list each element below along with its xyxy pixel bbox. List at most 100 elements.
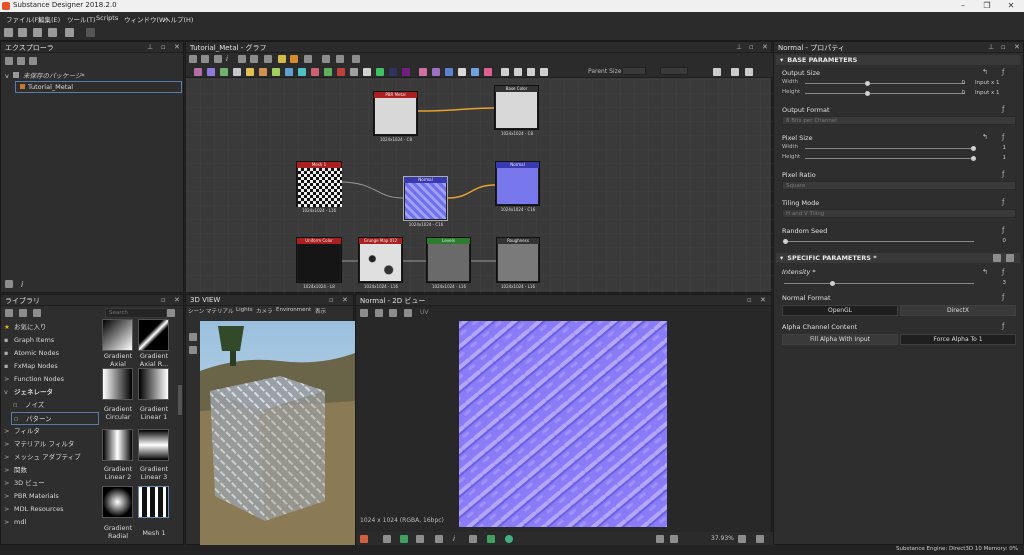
library-item[interactable]: ▪ Graph Items <box>1 334 99 347</box>
library-item[interactable]: v ジェネレータ <box>1 386 99 399</box>
collapse-arrow-icon[interactable]: v <box>5 72 9 80</box>
histogram-icon[interactable] <box>469 535 477 543</box>
library-item-pattern[interactable]: ▫ パターン <box>11 412 99 425</box>
library-item[interactable]: > Function Nodes <box>1 373 99 386</box>
library-item[interactable]: > マテリアル フィルタ <box>1 438 99 451</box>
rgb-icon[interactable] <box>400 535 408 543</box>
function-icon[interactable]: ƒ <box>1002 170 1004 178</box>
menu-display[interactable]: 表示 <box>315 307 326 315</box>
bitmap-icon[interactable] <box>471 68 479 76</box>
float-icon[interactable]: ▫ <box>161 297 168 304</box>
intensity-value[interactable]: 3 <box>996 280 1007 286</box>
sharpen-icon[interactable] <box>376 68 384 76</box>
info-icon[interactable]: i <box>453 535 461 543</box>
float-icon[interactable]: ▫ <box>329 297 336 304</box>
function-icon[interactable]: ƒ <box>1002 133 1004 141</box>
thumb-gradient-radial[interactable] <box>102 486 133 518</box>
frame-icon[interactable] <box>201 55 209 63</box>
width-value[interactable]: 0 <box>955 80 966 86</box>
library-item-noise[interactable]: ▫ ノイズ <box>1 399 99 412</box>
thumb-gradient-linear-2[interactable] <box>102 429 133 461</box>
graph-node[interactable]: PBR Metal Roughness <box>373 91 418 136</box>
curve-icon[interactable] <box>246 68 254 76</box>
close-panel-icon[interactable]: ✕ <box>342 297 349 304</box>
graph-node[interactable]: Uniform Color <box>296 237 342 283</box>
link-mode-icon[interactable] <box>731 68 739 76</box>
link-icon[interactable]: ↰ <box>982 268 988 276</box>
zoom-in-icon[interactable] <box>738 535 746 543</box>
tiling-icon[interactable] <box>416 535 424 543</box>
fill-alpha-button[interactable]: Fill Alpha With Input <box>782 334 898 345</box>
menu-tools[interactable]: ツール(T) <box>67 14 96 24</box>
width-slider[interactable] <box>805 83 965 84</box>
filter-icon[interactable] <box>167 309 175 317</box>
parent-size-select[interactable] <box>622 67 646 75</box>
slider-knob[interactable] <box>865 91 870 96</box>
pick-icon[interactable] <box>435 535 443 543</box>
width-relative[interactable]: Input x 1 <box>975 80 1000 86</box>
slider-knob[interactable] <box>783 239 788 244</box>
pixel-ratio-select[interactable]: Square <box>782 181 1016 190</box>
reset-icon[interactable] <box>1006 254 1014 262</box>
blend-icon[interactable] <box>207 68 215 76</box>
close-icon[interactable]: ✕ <box>1000 0 1022 12</box>
library-item[interactable]: ▪ Atomic Nodes <box>1 347 99 360</box>
thumb-gradient-axial[interactable] <box>102 319 133 351</box>
comment-icon[interactable] <box>250 55 258 63</box>
thumb-gradient-circular[interactable] <box>102 368 133 400</box>
menu-window[interactable]: ウィンドウ(W) <box>124 14 168 24</box>
pixel-height-slider[interactable] <box>805 158 975 159</box>
share-icon[interactable] <box>322 55 330 63</box>
dots-icon[interactable] <box>713 68 721 76</box>
specific-parameters-section[interactable]: ▾ SPECIFIC PARAMETERS * <box>776 253 1020 263</box>
thumb-gradient-axial-r[interactable] <box>138 319 169 351</box>
library-item[interactable]: > 関数 <box>1 464 99 477</box>
light-icon[interactable] <box>189 346 197 354</box>
transform-icon[interactable] <box>419 68 427 76</box>
thumb-gradient-linear-3[interactable] <box>138 429 169 461</box>
3d-viewport[interactable] <box>200 321 355 545</box>
menu-scene[interactable]: シーン <box>188 307 204 315</box>
directx-button[interactable]: DirectX <box>900 305 1016 316</box>
pin-icon[interactable]: ⊥ <box>147 44 154 51</box>
levels-icon[interactable] <box>337 68 345 76</box>
undo-icon[interactable] <box>65 28 74 37</box>
link-icon[interactable]: ↰ <box>982 68 988 76</box>
thumb-gradient-linear-1[interactable] <box>138 368 169 400</box>
height-relative[interactable]: Input x 1 <box>975 90 1000 96</box>
slider-knob[interactable] <box>971 156 976 161</box>
shape-icon[interactable] <box>389 68 397 76</box>
minimize-icon[interactable]: – <box>952 0 974 12</box>
layers-icon[interactable] <box>360 535 368 543</box>
python-icon[interactable] <box>278 55 286 63</box>
menu-scripts[interactable]: Scripts <box>96 14 118 22</box>
save-all-icon[interactable] <box>48 28 57 37</box>
view-d-icon[interactable] <box>540 68 548 76</box>
grayscale-icon[interactable] <box>311 68 319 76</box>
library-item[interactable]: > メッシュ アダプティブ <box>1 451 99 464</box>
link-icon[interactable] <box>238 55 246 63</box>
fit-icon[interactable] <box>656 535 664 543</box>
open-icon[interactable] <box>18 28 27 37</box>
library-item[interactable]: > PBR Materials <box>1 490 99 503</box>
save-icon[interactable] <box>33 28 42 37</box>
pixel-height-value[interactable]: 1 <box>996 155 1007 161</box>
normal-icon[interactable] <box>350 68 358 76</box>
emboss-icon[interactable] <box>285 68 293 76</box>
frame-node-icon[interactable] <box>264 55 272 63</box>
library-item[interactable]: >3D ビュー <box>1 477 99 490</box>
pixel-width-slider[interactable] <box>805 148 975 149</box>
uniform-icon[interactable] <box>432 68 440 76</box>
size-select[interactable] <box>660 67 688 75</box>
maximize-icon[interactable]: ❐ <box>976 0 998 12</box>
close-panel-icon[interactable]: ✕ <box>174 297 181 304</box>
graph-node[interactable]: Normal <box>495 161 540 206</box>
output-icon[interactable] <box>745 68 753 76</box>
function-icon[interactable]: ƒ <box>1002 322 1004 330</box>
height-value[interactable]: 0 <box>955 90 966 96</box>
new-package-icon[interactable] <box>5 57 13 65</box>
export-icon[interactable] <box>352 55 360 63</box>
force-alpha-button[interactable]: Force Alpha To 1 <box>900 334 1016 345</box>
library-item-favorites[interactable]: ★ お気に入り <box>1 321 99 334</box>
library-item[interactable]: > フィルタ <box>1 425 99 438</box>
